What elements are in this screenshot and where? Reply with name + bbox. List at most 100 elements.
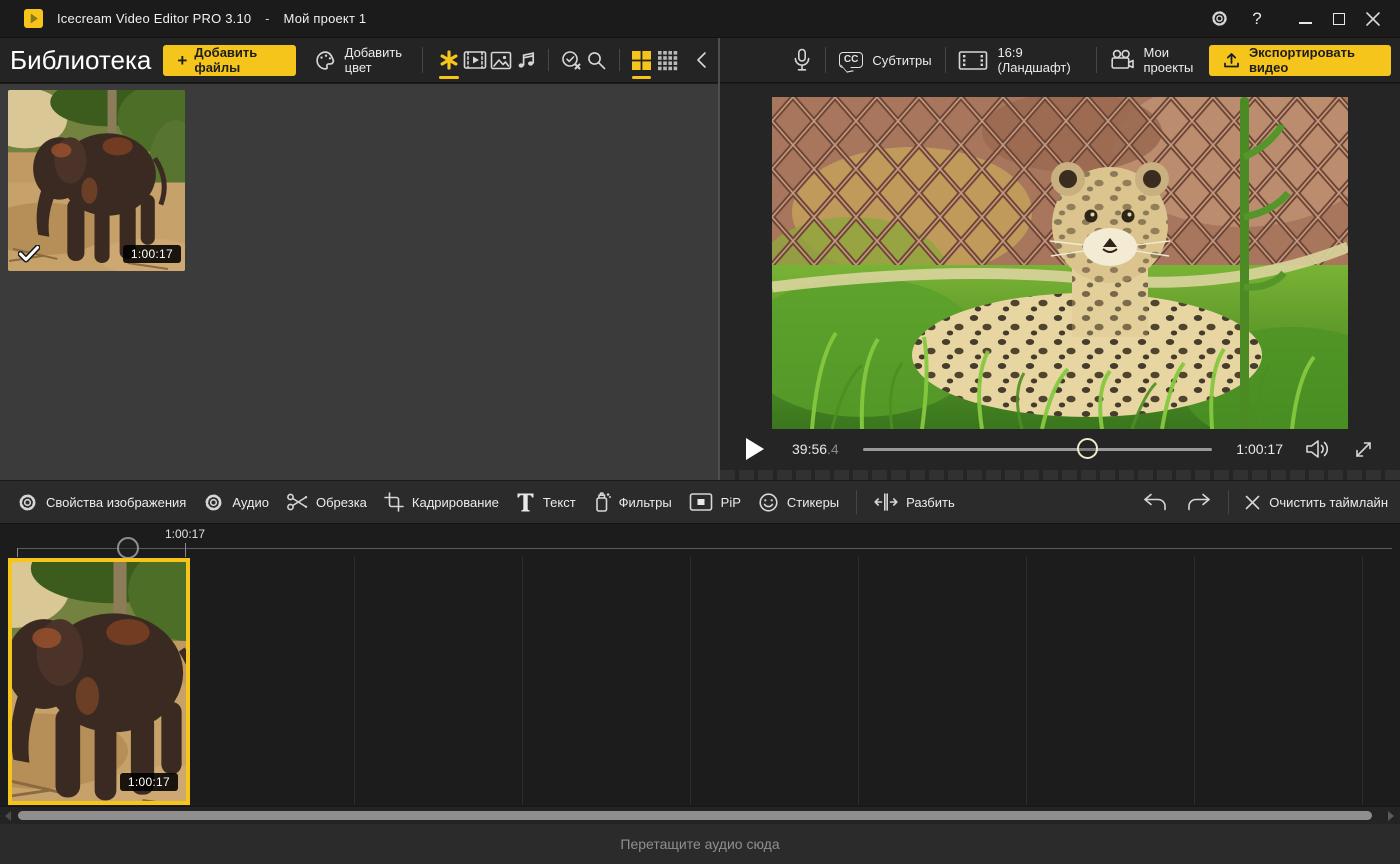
audio-dropzone[interactable]: Перетащите аудио сюда [0,824,1400,864]
scissors-icon [286,492,308,512]
plus-icon: + [177,52,187,69]
subtitles-button[interactable]: CC Субтитры [839,52,932,68]
timeline-grid-line [690,557,691,805]
movie-camera-icon [1110,49,1135,71]
tool-filters[interactable]: Фильтры [593,491,672,513]
divider [422,47,423,73]
current-time: 39:56.4 [792,441,839,457]
ruler-tick [17,548,18,557]
scroll-right-arrow-icon[interactable] [1388,811,1394,821]
seek-slider[interactable] [863,438,1213,460]
cc-icon: CC [839,52,863,68]
tool-split[interactable]: Разбить [874,492,955,512]
timeline-grid-line [522,557,523,805]
timeline-clip-selected[interactable]: 1:00:17 [8,558,190,805]
undo-icon[interactable] [1142,492,1168,512]
crop-icon [384,492,404,512]
my-projects-button[interactable]: Мои проекты [1110,45,1209,75]
seek-track[interactable] [863,448,1213,451]
divider [945,47,946,73]
view-grid-large-icon[interactable] [629,38,655,83]
add-files-button[interactable]: + Добавить файлы [163,45,295,76]
maximize-button[interactable] [1322,0,1356,38]
scrollbar-thumb[interactable] [18,811,1372,820]
clip-duration-badge: 1:00:17 [123,245,181,263]
ruler-end-time-label: 1:00:17 [165,527,205,541]
pip-icon [689,492,713,512]
library-panel-title: Библиотека [10,45,151,76]
redo-icon[interactable] [1186,492,1212,512]
collapse-panel-chevron-icon[interactable] [694,50,709,70]
elephant-thumbnail-image [8,90,185,271]
elephant-clip-image [12,562,186,801]
preview-panel: 39:56.4 1:00:17 [720,84,1400,480]
library-panel: 1:00:17 [0,84,718,480]
tool-stickers[interactable]: Стикеры [758,492,839,513]
timeline-grid-line [1026,557,1027,805]
leopard-video-frame-image [772,97,1348,429]
playback-controls: 39:56.4 1:00:17 [720,430,1400,468]
tool-audio[interactable]: Аудио [203,492,269,513]
settings-gear-icon[interactable] [1202,0,1236,38]
divider [1096,47,1097,73]
app-window: Icecream Video Editor PRO 3.10 - Мой про… [0,0,1400,864]
edit-toolbar: Свойства изображения Аудио Обрезка [0,480,1400,524]
timeline-grid-line [1194,557,1195,805]
x-icon [1245,495,1260,510]
divider [1228,490,1229,514]
ruler-tick [185,543,186,557]
gear-icon [17,492,38,513]
divider [856,490,857,514]
timeline-grid-line [858,557,859,805]
export-video-button[interactable]: Экспортировать видео [1209,45,1391,76]
preview-header: CC Субтитры 16:9 (Ландшафт) [720,38,1400,83]
titlebar: Icecream Video Editor PRO 3.10 - Мой про… [0,0,1400,38]
tool-text[interactable]: Текст [516,492,576,512]
video-preview [772,97,1348,429]
voiceover-mic-icon[interactable] [792,48,812,72]
volume-icon[interactable] [1305,438,1331,460]
close-button[interactable] [1356,0,1390,38]
film-frame-icon [958,50,988,71]
selected-check-icon [18,245,40,263]
split-icon [874,492,898,512]
deselect-all-icon[interactable] [558,38,584,83]
project-name: Мой проект 1 [284,11,367,26]
filter-favorites-star-icon[interactable] [436,38,462,83]
tool-image-properties[interactable]: Свойства изображения [17,492,186,513]
playhead-handle[interactable] [117,537,139,559]
filter-image-icon[interactable] [488,38,514,83]
timeline-grid-line [1362,557,1363,805]
window-title: Icecream Video Editor PRO 3.10 - Мой про… [57,11,366,26]
upload-icon [1223,52,1240,69]
text-icon [516,492,535,512]
app-title: Icecream Video Editor PRO 3.10 [57,11,251,26]
filter-audio-icon[interactable] [514,38,540,83]
library-media-card[interactable]: 1:00:17 [8,90,185,271]
scroll-left-arrow-icon[interactable] [5,811,11,821]
timeline-ruler[interactable] [17,548,1392,549]
view-grid-small-icon[interactable] [654,38,680,83]
search-icon[interactable] [584,38,610,83]
filter-video-icon[interactable] [462,38,488,83]
divider [548,49,549,71]
tool-trim[interactable]: Обрезка [286,492,367,512]
gear-icon [203,492,224,513]
help-button[interactable]: ? [1240,0,1274,38]
preview-perforation-strip [720,470,1400,480]
palette-icon [314,49,337,72]
filters-icon [593,491,611,513]
aspect-ratio-button[interactable]: 16:9 (Ландшафт) [958,45,1082,75]
audio-dropzone-hint: Перетащите аудио сюда [620,836,779,852]
seek-handle[interactable] [1077,438,1098,459]
add-color-button[interactable]: Добавить цвет [314,45,410,75]
divider [825,47,826,73]
tool-pip[interactable]: PiP [689,492,741,512]
total-duration: 1:00:17 [1236,441,1283,457]
fullscreen-icon[interactable] [1353,439,1374,460]
timeline-scrollbar[interactable] [0,806,1400,824]
minimize-button[interactable] [1288,0,1322,38]
clear-timeline-button[interactable]: Очистить таймлайн [1245,495,1388,510]
play-button[interactable] [742,436,768,462]
tool-crop[interactable]: Кадрирование [384,492,499,512]
